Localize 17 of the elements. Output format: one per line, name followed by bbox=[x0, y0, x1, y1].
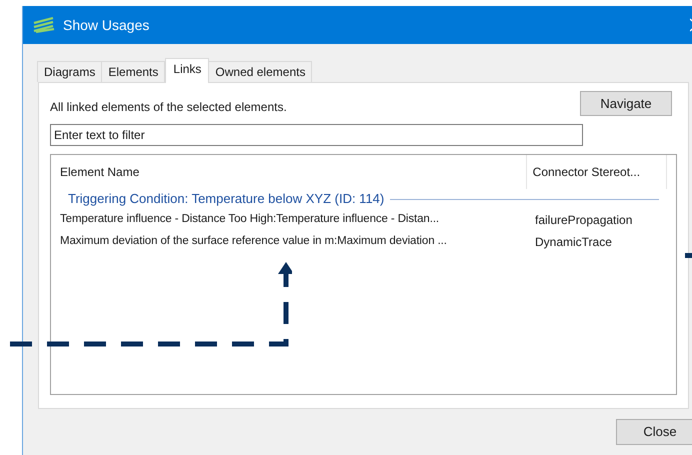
navigate-button[interactable]: Navigate bbox=[580, 91, 672, 116]
app-logo-icon bbox=[33, 17, 55, 33]
group-header: Triggering Condition: Temperature below XYZ (ID: 114) bbox=[68, 190, 384, 208]
tab[interactable]: Owned elements bbox=[208, 61, 312, 82]
window-title: Show Usages bbox=[63, 16, 150, 35]
element-name-cell-text: Maximum deviation of the surface reference value in m:Maximum deviation ... bbox=[60, 234, 448, 250]
stereotype-cell-text: failurePropagation bbox=[534, 212, 632, 229]
tab[interactable]: Diagrams bbox=[37, 61, 102, 82]
tab[interactable]: Elements bbox=[101, 61, 166, 82]
description-text: All linked elements of the selected elements. bbox=[50, 98, 287, 116]
close-button[interactable]: Close bbox=[616, 419, 692, 445]
tab[interactable]: Links bbox=[165, 58, 210, 83]
stereotype-cell-text: DynamicTrace bbox=[534, 234, 612, 251]
element-name-cell-text: Temperature influence - Distance Too High:Temperature influence - Distan... bbox=[60, 212, 440, 228]
column-header[interactable]: Connector Stereot... bbox=[526, 155, 667, 189]
filter-field[interactable]: Enter text to filter bbox=[50, 124, 583, 146]
column-header[interactable]: Element Name bbox=[60, 155, 527, 189]
